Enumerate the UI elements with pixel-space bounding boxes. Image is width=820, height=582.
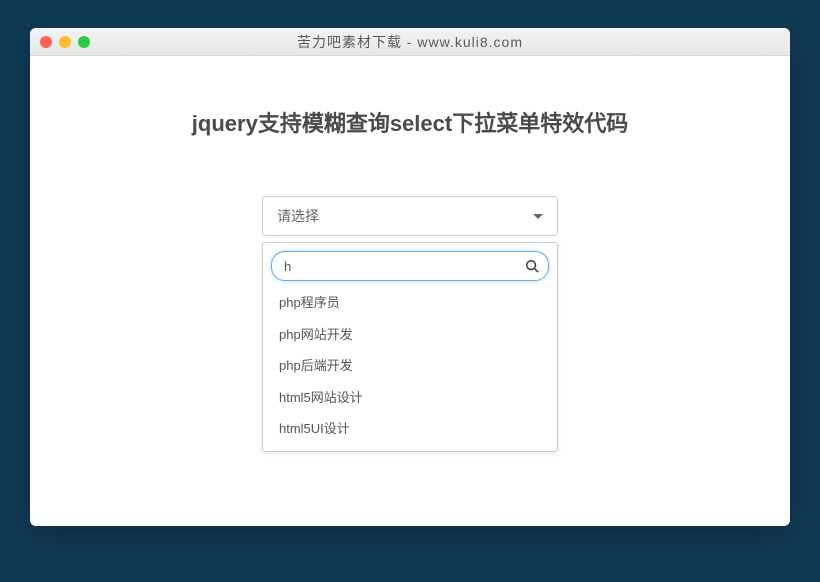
traffic-lights	[40, 36, 90, 48]
chevron-down-icon	[533, 214, 543, 219]
select-option[interactable]: html5UI设计	[263, 413, 557, 445]
select-trigger[interactable]: 请选择	[262, 196, 558, 236]
maximize-window-button[interactable]	[78, 36, 90, 48]
search-row	[263, 251, 557, 281]
minimize-window-button[interactable]	[59, 36, 71, 48]
window-titlebar: 苦力吧素材下载 - www.kuli8.com	[30, 28, 790, 56]
content-area: jquery支持模糊查询select下拉菜单特效代码 请选择 php程序员	[30, 56, 790, 452]
page-heading: jquery支持模糊查询select下拉菜单特效代码	[70, 106, 750, 138]
select-dropdown: php程序员 php网站开发 php后端开发 html5网站设计 html5UI…	[262, 242, 558, 452]
close-window-button[interactable]	[40, 36, 52, 48]
select-option[interactable]: php后端开发	[263, 350, 557, 382]
search-input[interactable]	[271, 251, 549, 281]
select-component: 请选择 php程序员 php网站开发 php后端开发 html5网站设计	[262, 196, 558, 452]
window-title: 苦力吧素材下载 - www.kuli8.com	[297, 32, 523, 52]
select-option[interactable]: php程序员	[263, 287, 557, 319]
select-option[interactable]: php网站开发	[263, 319, 557, 351]
select-placeholder: 请选择	[277, 206, 319, 226]
app-window: 苦力吧素材下载 - www.kuli8.com jquery支持模糊查询sele…	[30, 28, 790, 526]
select-option[interactable]: html5网站设计	[263, 382, 557, 414]
